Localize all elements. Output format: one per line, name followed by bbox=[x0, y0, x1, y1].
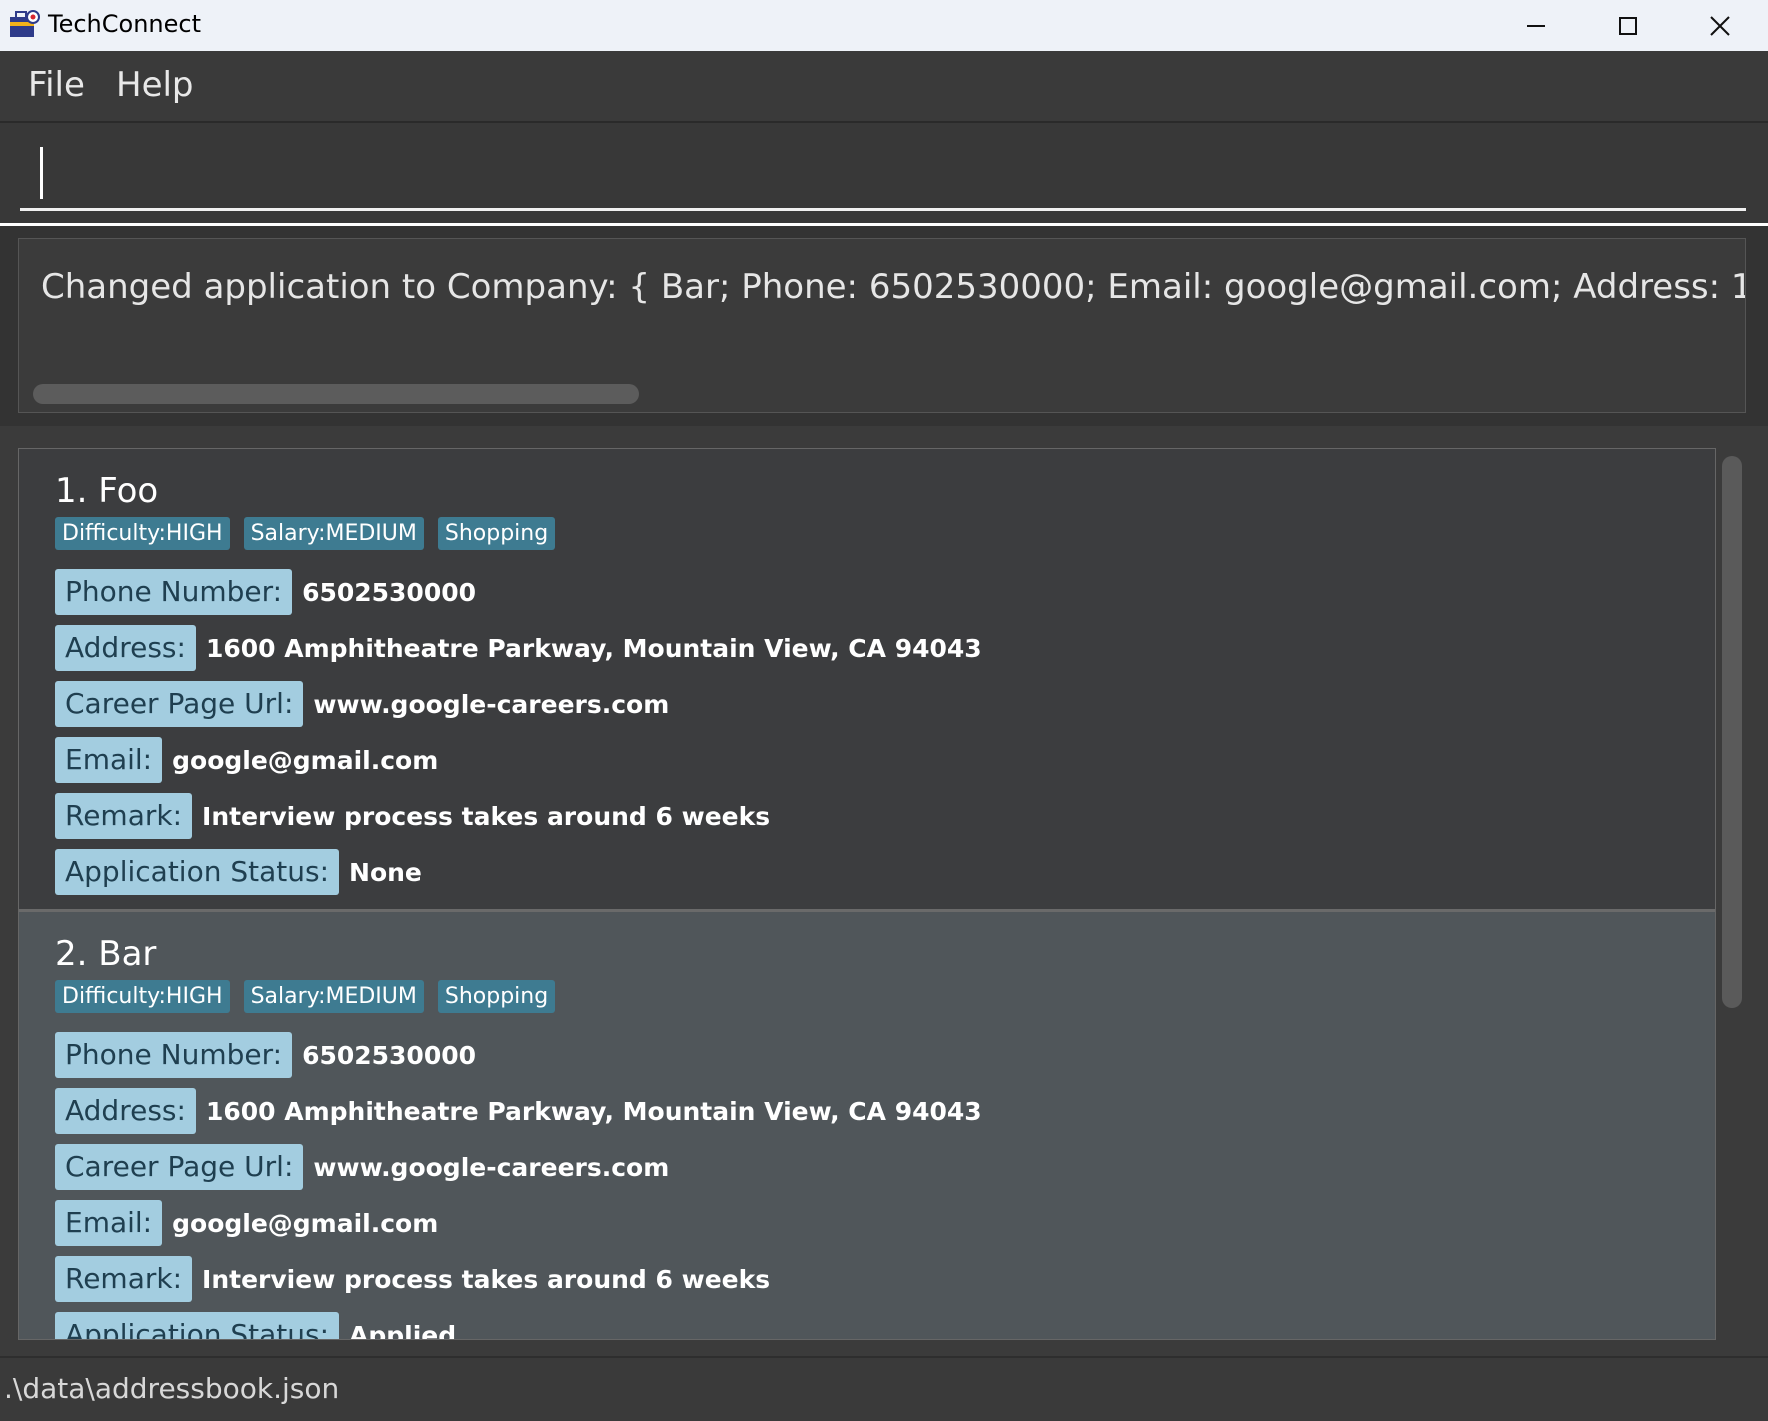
field-value: google@gmail.com bbox=[172, 1208, 439, 1238]
company-list-area: 1. Foo Difficulty:HIGH Salary:MEDIUM Sho… bbox=[0, 426, 1768, 1356]
field-value: google@gmail.com bbox=[172, 745, 439, 775]
tag-category: Shopping bbox=[437, 980, 556, 1013]
tag-salary: Salary:MEDIUM bbox=[243, 980, 424, 1013]
career-url-field: Career Page Url: www.google-careers.com bbox=[55, 1144, 669, 1190]
phone-field: Phone Number: 6502530000 bbox=[55, 1032, 476, 1078]
title-bar: TechConnect bbox=[0, 0, 1768, 51]
app-window: TechConnect File Help Changed applicatio… bbox=[0, 0, 1768, 1421]
application-status-field: Application Status: None bbox=[55, 849, 422, 895]
field-label: Career Page Url: bbox=[55, 1144, 304, 1190]
field-label: Career Page Url: bbox=[55, 681, 304, 727]
close-button[interactable] bbox=[1674, 0, 1766, 51]
field-label: Address: bbox=[55, 1088, 196, 1134]
field-value: www.google-careers.com bbox=[313, 1152, 670, 1182]
field-label: Phone Number: bbox=[55, 569, 293, 615]
field-label: Application Status: bbox=[55, 849, 340, 895]
field-label: Remark: bbox=[55, 1256, 193, 1302]
company-card[interactable]: 1. Foo Difficulty:HIGH Salary:MEDIUM Sho… bbox=[19, 449, 1715, 912]
company-name: 1. Foo bbox=[55, 471, 159, 511]
field-label: Email: bbox=[55, 737, 163, 783]
field-value: 6502530000 bbox=[302, 1040, 477, 1070]
field-value: 1600 Amphitheatre Parkway, Mountain View… bbox=[205, 1096, 982, 1126]
result-display: Changed application to Company: { Bar; P… bbox=[18, 238, 1746, 413]
company-card-selected[interactable]: 2. Bar Difficulty:HIGH Salary:MEDIUM Sho… bbox=[19, 912, 1715, 1340]
status-bar: .\data\addressbook.json bbox=[0, 1356, 1768, 1421]
tag-list: Difficulty:HIGH Salary:MEDIUM Shopping bbox=[55, 517, 556, 550]
result-display-area: Changed application to Company: { Bar; P… bbox=[0, 226, 1768, 426]
field-value: Interview process takes around 6 weeks bbox=[202, 801, 771, 831]
field-label: Address: bbox=[55, 625, 196, 671]
menu-bar: File Help bbox=[0, 51, 1768, 123]
career-url-field: Career Page Url: www.google-careers.com bbox=[55, 681, 669, 727]
tag-difficulty: Difficulty:HIGH bbox=[55, 517, 230, 550]
address-field: Address: 1600 Amphitheatre Parkway, Moun… bbox=[55, 625, 982, 671]
application-status-field: Application Status: Applied bbox=[55, 1312, 457, 1340]
close-icon bbox=[1710, 16, 1730, 36]
tag-difficulty: Difficulty:HIGH bbox=[55, 980, 230, 1013]
field-value: 6502530000 bbox=[302, 577, 477, 607]
menu-help[interactable]: Help bbox=[116, 65, 194, 105]
field-label: Email: bbox=[55, 1200, 163, 1246]
menu-file[interactable]: File bbox=[28, 65, 85, 105]
window-title: TechConnect bbox=[48, 10, 201, 38]
field-label: Application Status: bbox=[55, 1312, 340, 1339]
result-horizontal-scrollbar[interactable] bbox=[33, 384, 639, 404]
field-label: Remark: bbox=[55, 793, 193, 839]
tag-category: Shopping bbox=[437, 517, 556, 550]
minimize-button[interactable] bbox=[1490, 0, 1582, 51]
address-field: Address: 1600 Amphitheatre Parkway, Moun… bbox=[55, 1088, 982, 1134]
email-field: Email: google@gmail.com bbox=[55, 737, 438, 783]
field-value: Interview process takes around 6 weeks bbox=[202, 1264, 771, 1294]
minimize-icon bbox=[1527, 25, 1545, 27]
field-value: 1600 Amphitheatre Parkway, Mountain View… bbox=[205, 633, 982, 663]
phone-field: Phone Number: 6502530000 bbox=[55, 569, 476, 615]
command-box bbox=[0, 123, 1768, 223]
maximize-button[interactable] bbox=[1582, 0, 1674, 51]
save-location: .\data\addressbook.json bbox=[4, 1372, 340, 1405]
briefcase-icon bbox=[10, 10, 40, 37]
list-vertical-scrollbar[interactable] bbox=[1722, 456, 1742, 1008]
field-value: None bbox=[349, 857, 422, 887]
tag-salary: Salary:MEDIUM bbox=[243, 517, 424, 550]
result-message: Changed application to Company: { Bar; P… bbox=[41, 267, 1745, 307]
field-value: Applied bbox=[349, 1320, 457, 1340]
command-input[interactable] bbox=[20, 141, 1746, 211]
text-caret bbox=[40, 147, 43, 199]
remark-field: Remark: Interview process takes around 6… bbox=[55, 793, 770, 839]
company-name: 2. Bar bbox=[55, 934, 157, 974]
email-field: Email: google@gmail.com bbox=[55, 1200, 438, 1246]
company-list[interactable]: 1. Foo Difficulty:HIGH Salary:MEDIUM Sho… bbox=[18, 448, 1716, 1340]
remark-field: Remark: Interview process takes around 6… bbox=[55, 1256, 770, 1302]
field-value: www.google-careers.com bbox=[313, 689, 670, 719]
field-label: Phone Number: bbox=[55, 1032, 293, 1078]
tag-list: Difficulty:HIGH Salary:MEDIUM Shopping bbox=[55, 980, 556, 1013]
maximize-icon bbox=[1619, 17, 1637, 35]
